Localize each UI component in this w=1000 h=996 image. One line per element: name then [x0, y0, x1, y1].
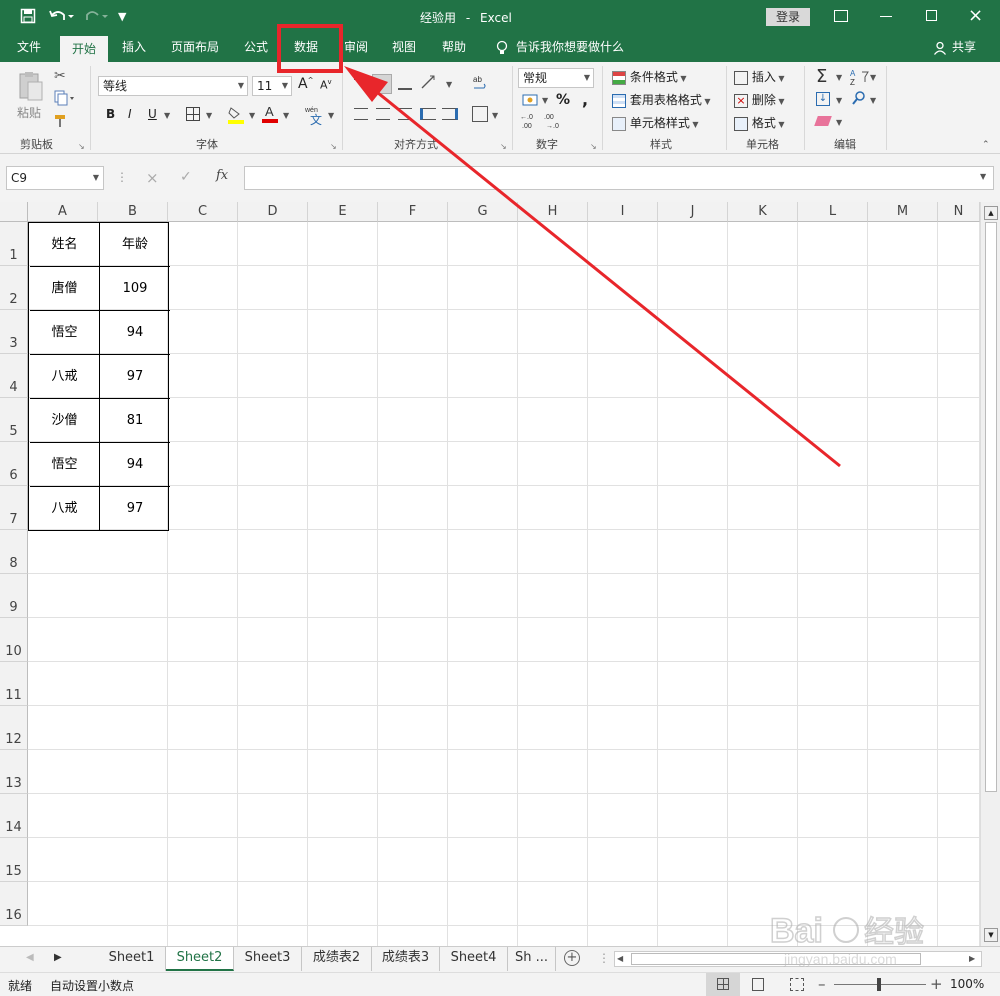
annotation-arrow [344, 66, 841, 468]
